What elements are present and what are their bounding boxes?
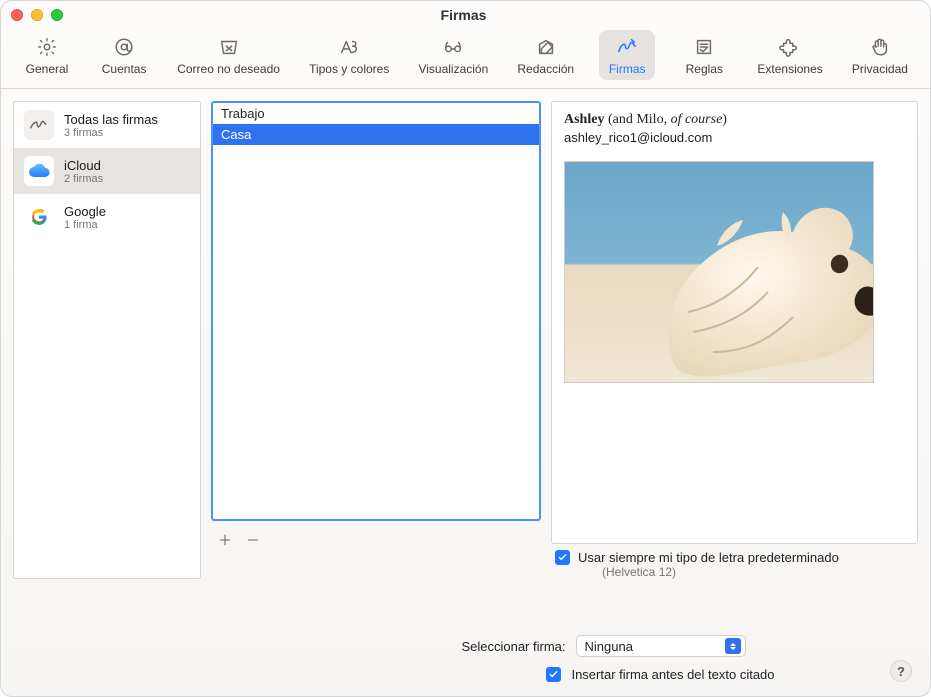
- tab-label: Redacción: [517, 62, 574, 76]
- checkbox-checked-icon[interactable]: [555, 550, 570, 565]
- choose-signature-row: Seleccionar firma: Ninguna: [19, 635, 912, 657]
- hand-icon: [865, 36, 895, 58]
- add-signature-button[interactable]: [211, 527, 239, 553]
- tab-accounts[interactable]: Cuentas: [96, 30, 152, 80]
- tab-label: Correo no deseado: [177, 62, 280, 76]
- checkbox-checked-icon[interactable]: [546, 667, 561, 682]
- tab-rules[interactable]: Reglas: [676, 30, 732, 80]
- signature-image: [564, 161, 874, 383]
- remove-signature-button[interactable]: [239, 527, 267, 553]
- signature-name-line: Ashley (and Milo, of course): [564, 112, 905, 128]
- accounts-list: Todas las firmas 3 firmas iCloud 2 firma…: [13, 101, 201, 579]
- account-count: 1 firma: [64, 219, 106, 231]
- tab-label: Reglas: [686, 62, 723, 76]
- gear-icon: [32, 36, 62, 58]
- tab-viewing[interactable]: Visualización: [414, 30, 492, 80]
- choose-signature-popup[interactable]: Ninguna: [576, 635, 746, 657]
- compose-icon: [531, 36, 561, 58]
- trash-icon: [214, 36, 244, 58]
- puzzle-icon: [775, 36, 805, 58]
- google-icon: [24, 202, 54, 232]
- tab-label: Privacidad: [852, 62, 908, 76]
- signatures-list[interactable]: Trabajo Casa: [211, 101, 541, 521]
- titlebar: Firmas: [1, 1, 930, 28]
- signature-owner-name: Ashley: [564, 112, 604, 127]
- choose-signature-value: Ninguna: [585, 639, 633, 654]
- tab-signatures[interactable]: Firmas: [599, 30, 655, 80]
- signature-aside: (and Milo, of course): [608, 112, 727, 127]
- account-google[interactable]: Google 1 firma: [14, 194, 200, 240]
- fonts-icon: [334, 36, 364, 58]
- signature-icon: [612, 36, 642, 58]
- bottom-controls: Seleccionar firma: Ninguna Insertar firm…: [1, 591, 930, 696]
- icloud-icon: [24, 156, 54, 186]
- glasses-icon: [438, 36, 468, 58]
- tab-label: Firmas: [609, 62, 646, 76]
- tab-label: Extensiones: [757, 62, 822, 76]
- tab-junk[interactable]: Correo no deseado: [173, 30, 284, 80]
- zoom-icon[interactable]: [51, 9, 63, 21]
- at-icon: [109, 36, 139, 58]
- content-area: Todas las firmas 3 firmas iCloud 2 firma…: [1, 89, 930, 591]
- all-signatures-icon: [24, 110, 54, 140]
- popup-stepper-icon: [725, 638, 741, 654]
- account-name: iCloud: [64, 158, 103, 173]
- rules-icon: [689, 36, 719, 58]
- place-above-row: Insertar firma antes del texto citado: [19, 667, 912, 682]
- choose-signature-label: Seleccionar firma:: [186, 639, 566, 654]
- tab-fonts[interactable]: Tipos y colores: [305, 30, 393, 80]
- tab-label: Tipos y colores: [309, 62, 389, 76]
- dog-illustration: [633, 192, 874, 383]
- account-name: Google: [64, 204, 106, 219]
- default-font-hint: (Helvetica 12): [602, 565, 839, 579]
- tab-label: General: [26, 62, 69, 76]
- tab-general[interactable]: General: [19, 30, 75, 80]
- signature-row[interactable]: Casa: [213, 124, 539, 145]
- tab-extensions[interactable]: Extensiones: [753, 30, 826, 80]
- minimize-icon[interactable]: [31, 9, 43, 21]
- preferences-toolbar: General Cuentas Correo no deseado Tipos …: [1, 28, 930, 88]
- account-count: 3 firmas: [64, 127, 158, 139]
- account-count: 2 firmas: [64, 173, 103, 185]
- use-default-font-row: Usar siempre mi tipo de letra predetermi…: [551, 550, 918, 579]
- tab-composing[interactable]: Redacción: [513, 30, 578, 80]
- tab-label: Visualización: [418, 62, 488, 76]
- help-button[interactable]: ?: [890, 660, 912, 682]
- use-default-font-label[interactable]: Usar siempre mi tipo de letra predetermi…: [578, 550, 839, 565]
- account-icloud[interactable]: iCloud 2 firmas: [14, 148, 200, 194]
- account-name: Todas las firmas: [64, 112, 158, 127]
- signature-email: ashley_rico1@icloud.com: [564, 130, 905, 145]
- place-above-label[interactable]: Insertar firma antes del texto citado: [571, 667, 774, 682]
- window-controls: [11, 9, 63, 21]
- window-title: Firmas: [63, 7, 920, 23]
- tab-label: Cuentas: [102, 62, 147, 76]
- close-icon[interactable]: [11, 9, 23, 21]
- signature-row[interactable]: Trabajo: [213, 103, 539, 124]
- signature-preview[interactable]: Ashley (and Milo, of course) ashley_rico…: [551, 101, 918, 544]
- tab-privacy[interactable]: Privacidad: [848, 30, 912, 80]
- account-all-signatures[interactable]: Todas las firmas 3 firmas: [14, 102, 200, 148]
